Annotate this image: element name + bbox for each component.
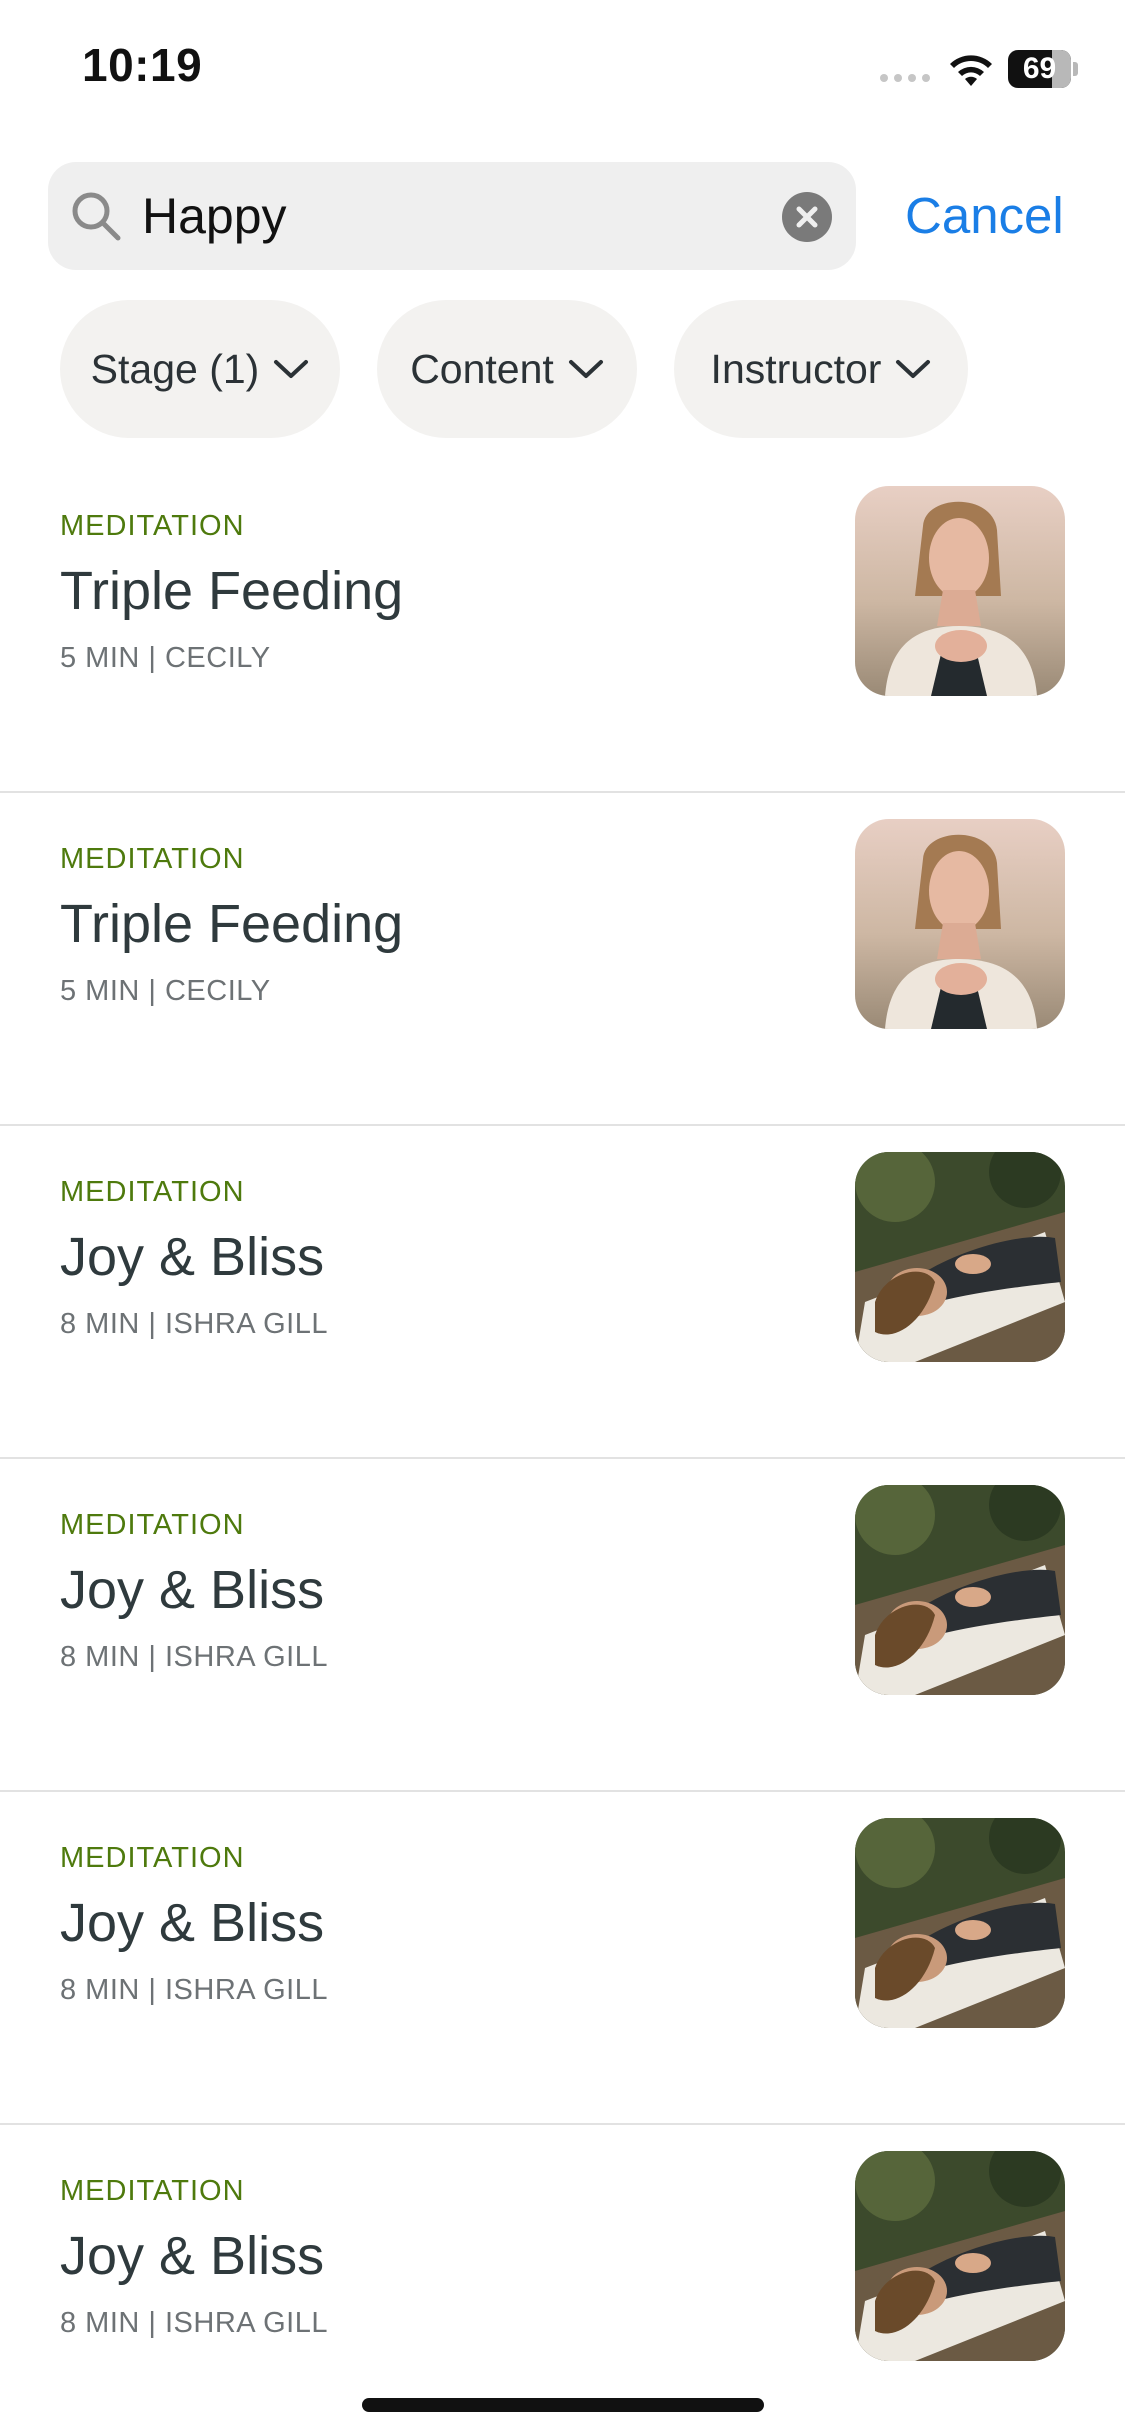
item-category: MEDITATION bbox=[60, 843, 245, 875]
item-thumbnail bbox=[855, 2151, 1065, 2361]
status-time: 10:19 bbox=[82, 39, 203, 91]
item-thumbnail bbox=[855, 1818, 1065, 2028]
item-category: MEDITATION bbox=[60, 510, 245, 542]
list-item[interactable]: MEDITATION Joy & Bliss 8 MIN | ISHRA GIL… bbox=[0, 1459, 1125, 1792]
filter-content[interactable]: Content bbox=[377, 300, 637, 438]
woman-lying-outdoors-image bbox=[855, 1485, 1065, 1695]
battery-level: 69 bbox=[1022, 52, 1057, 85]
filter-stage[interactable]: Stage (1) bbox=[60, 300, 340, 438]
clear-search-button[interactable] bbox=[782, 192, 832, 242]
item-category: MEDITATION bbox=[60, 1176, 245, 1208]
woman-lying-outdoors-image bbox=[855, 1818, 1065, 2028]
search-query[interactable]: Happy bbox=[142, 162, 287, 270]
filter-label: Stage (1) bbox=[90, 345, 260, 392]
woman-meditating-image bbox=[855, 486, 1065, 696]
home-indicator[interactable] bbox=[362, 2398, 764, 2412]
item-meta: 8 MIN | ISHRA GILL bbox=[60, 1974, 328, 2006]
item-meta: 8 MIN | ISHRA GILL bbox=[60, 1641, 328, 1673]
list-item[interactable]: MEDITATION Triple Feeding 5 MIN | CECILY bbox=[0, 460, 1125, 793]
cellular-signal-icon bbox=[880, 74, 930, 82]
item-meta: 8 MIN | ISHRA GILL bbox=[60, 2307, 328, 2339]
list-item[interactable]: MEDITATION Joy & Bliss 8 MIN | ISHRA GIL… bbox=[0, 2125, 1125, 2436]
list-item[interactable]: MEDITATION Joy & Bliss 8 MIN | ISHRA GIL… bbox=[0, 1126, 1125, 1459]
battery-icon: 69 bbox=[1008, 50, 1078, 88]
item-category: MEDITATION bbox=[60, 1842, 245, 1874]
list-item[interactable]: MEDITATION Joy & Bliss 8 MIN | ISHRA GIL… bbox=[0, 1792, 1125, 2125]
item-thumbnail bbox=[855, 486, 1065, 696]
woman-lying-outdoors-image bbox=[855, 2151, 1065, 2361]
item-title: Joy & Bliss bbox=[60, 1227, 325, 1287]
item-thumbnail bbox=[855, 1152, 1065, 1362]
item-category: MEDITATION bbox=[60, 2175, 245, 2207]
search-input[interactable]: Happy bbox=[48, 162, 856, 270]
wifi-icon bbox=[950, 55, 992, 86]
cancel-button[interactable]: Cancel bbox=[905, 162, 1064, 270]
item-meta: 5 MIN | CECILY bbox=[60, 642, 271, 674]
filter-instructor[interactable]: Instructor bbox=[674, 300, 968, 438]
item-title: Triple Feeding bbox=[60, 561, 404, 621]
woman-meditating-image bbox=[855, 819, 1065, 1029]
filter-label: Content bbox=[410, 345, 554, 392]
item-title: Triple Feeding bbox=[60, 894, 404, 954]
item-thumbnail bbox=[855, 1485, 1065, 1695]
item-title: Joy & Bliss bbox=[60, 1560, 325, 1620]
search-icon bbox=[72, 192, 121, 241]
chevron-down-icon bbox=[896, 360, 931, 378]
item-thumbnail bbox=[855, 819, 1065, 1029]
chevron-down-icon bbox=[568, 360, 603, 378]
item-category: MEDITATION bbox=[60, 1509, 245, 1541]
list-item[interactable]: MEDITATION Triple Feeding 5 MIN | CECILY bbox=[0, 793, 1125, 1126]
filter-label: Instructor bbox=[710, 345, 882, 392]
status-bar: 10:19 69 bbox=[0, 0, 1125, 140]
woman-lying-outdoors-image bbox=[855, 1152, 1065, 1362]
item-title: Joy & Bliss bbox=[60, 2226, 325, 2286]
close-icon bbox=[796, 206, 818, 228]
chevron-down-icon bbox=[274, 360, 309, 378]
item-title: Joy & Bliss bbox=[60, 1893, 325, 1953]
item-meta: 8 MIN | ISHRA GILL bbox=[60, 1308, 328, 1340]
item-meta: 5 MIN | CECILY bbox=[60, 975, 271, 1007]
